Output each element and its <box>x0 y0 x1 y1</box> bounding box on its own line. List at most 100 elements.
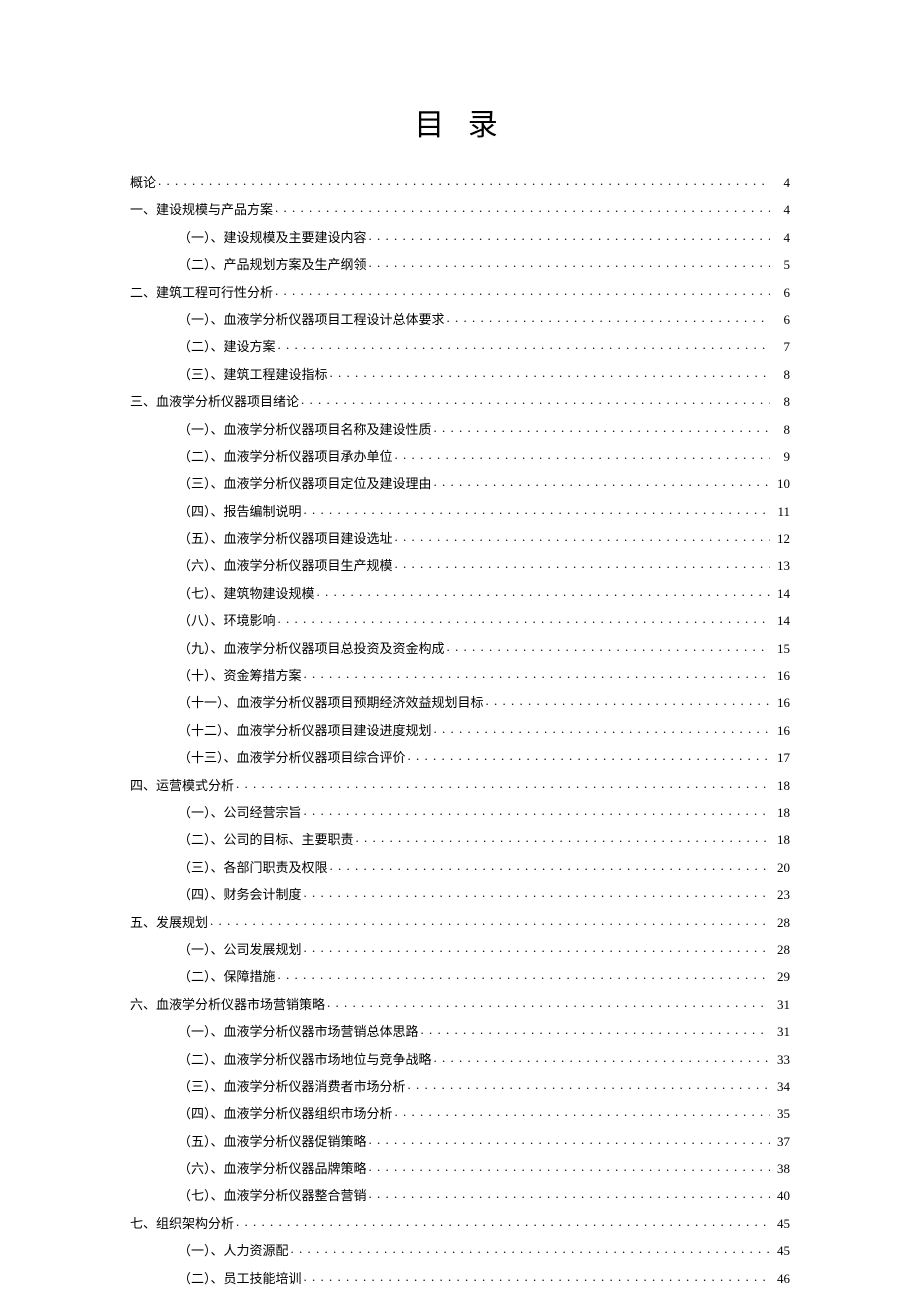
toc-entry-label: （二）、血液学分析仪器市场地位与竞争战略 <box>178 1053 432 1066</box>
toc-entry-label: （四）、财务会计制度 <box>178 888 302 901</box>
toc-entry-page: 7 <box>772 340 790 353</box>
toc-entry-label: （九）、血液学分析仪器项目总投资及资金构成 <box>178 642 445 655</box>
toc-leader-dots <box>278 612 770 625</box>
toc-entry-page: 12 <box>772 532 790 545</box>
toc-entry: 一、建设规模与产品方案4 <box>130 201 790 216</box>
toc-entry-page: 6 <box>772 286 790 299</box>
toc-leader-dots <box>236 1215 770 1228</box>
toc-entry-page: 20 <box>772 861 790 874</box>
toc-entry-label: 一、建设规模与产品方案 <box>130 203 273 216</box>
toc-entry: 六、血液学分析仪器市场营销策略31 <box>130 996 790 1011</box>
toc-entry-page: 28 <box>772 916 790 929</box>
toc-entry: （二）、员工技能培训46 <box>130 1270 790 1285</box>
toc-entry: （五）、血液学分析仪器促销策略 37 <box>130 1133 790 1148</box>
toc-entry-label: （一）、建设规模及主要建设内容 <box>178 231 367 244</box>
toc-entry: （十三）、血液学分析仪器项目综合评价 17 <box>130 749 790 764</box>
toc-entry-page: 40 <box>772 1189 790 1202</box>
toc-entry: 五、发展规划 28 <box>130 914 790 929</box>
toc-entry-label: （二）、产品规划方案及生产纲领 <box>178 258 367 271</box>
toc-entry: 四、运营模式分析18 <box>130 777 790 792</box>
toc-leader-dots <box>434 1051 770 1064</box>
toc-entry-label: （一）、人力资源配 <box>178 1244 289 1257</box>
table-of-contents: 概论4 一、建设规模与产品方案4 （一）、建设规模及主要建设内容 4 （二）、产品规划方… <box>130 174 790 1285</box>
toc-entry-label: （四）、血液学分析仪器组织市场分析 <box>178 1107 393 1120</box>
toc-entry-label: （五）、血液学分析仪器促销策略 <box>178 1135 367 1148</box>
toc-entry-label: 二、建筑工程可行性分析 <box>130 286 273 299</box>
toc-leader-dots <box>369 1160 770 1173</box>
toc-entry: （三）、各部门职责及权限 20 <box>130 859 790 874</box>
toc-entry-page: 8 <box>772 368 790 381</box>
toc-leader-dots <box>395 1105 770 1118</box>
toc-entry-page: 5 <box>772 258 790 271</box>
toc-entry-label: （六）、血液学分析仪器项目生产规模 <box>178 559 393 572</box>
toc-entry-page: 14 <box>772 587 790 600</box>
toc-leader-dots <box>395 557 770 570</box>
toc-entry: （七）、建筑物建设规模 14 <box>130 585 790 600</box>
toc-entry-page: 15 <box>772 642 790 655</box>
toc-entry-page: 46 <box>772 1272 790 1285</box>
toc-leader-dots <box>278 338 770 351</box>
toc-leader-dots <box>304 804 770 817</box>
toc-entry-label: 五、发展规划 <box>130 916 208 929</box>
toc-leader-dots <box>395 530 770 543</box>
toc-entry-page: 6 <box>772 313 790 326</box>
toc-leader-dots <box>369 1187 770 1200</box>
toc-leader-dots <box>369 1133 770 1146</box>
toc-entry-label: （十三）、血液学分析仪器项目综合评价 <box>178 751 406 764</box>
toc-leader-dots <box>369 256 770 269</box>
toc-entry-label: （七）、建筑物建设规模 <box>178 587 315 600</box>
toc-entry: （九）、血液学分析仪器项目总投资及资金构成 15 <box>130 640 790 655</box>
toc-entry: 三、血液学分析仪器项目绪论8 <box>130 393 790 408</box>
toc-entry-label: 七、组织架构分析 <box>130 1217 234 1230</box>
toc-entry: （六）、血液学分析仪器品牌策略38 <box>130 1160 790 1175</box>
toc-entry-page: 17 <box>772 751 790 764</box>
toc-entry: （十二）、血液学分析仪器项目建设进度规划16 <box>130 722 790 737</box>
toc-entry-page: 33 <box>772 1053 790 1066</box>
toc-entry-label: （三）、血液学分析仪器项目定位及建设理由 <box>178 477 432 490</box>
toc-entry-label: （七）、血液学分析仪器整合营销 <box>178 1189 367 1202</box>
toc-leader-dots <box>275 201 770 214</box>
toc-entry: （二）、建设方案7 <box>130 338 790 353</box>
toc-leader-dots <box>304 886 770 899</box>
toc-entry-label: （十一）、血液学分析仪器项目预期经济效益规划目标 <box>178 696 484 709</box>
toc-entry-page: 28 <box>772 943 790 956</box>
toc-entry-label: （一）、血液学分析仪器项目名称及建设性质 <box>178 423 432 436</box>
toc-entry-label: （三）、各部门职责及权限 <box>178 861 328 874</box>
toc-entry-label: （十）、资金筹措方案 <box>178 669 302 682</box>
toc-entry-page: 10 <box>772 477 790 490</box>
toc-entry-label: （二）、血液学分析仪器项目承办单位 <box>178 450 393 463</box>
toc-entry: （一）、血液学分析仪器项目名称及建设性质 8 <box>130 421 790 436</box>
toc-entry-page: 13 <box>772 559 790 572</box>
toc-leader-dots <box>304 1270 770 1283</box>
toc-entry-page: 18 <box>772 806 790 819</box>
toc-leader-dots <box>421 1023 770 1036</box>
toc-entry-label: 概论 <box>130 176 156 189</box>
toc-leader-dots <box>317 585 770 598</box>
toc-entry: （四）、血液学分析仪器组织市场分析35 <box>130 1105 790 1120</box>
toc-entry: 七、组织架构分析45 <box>130 1215 790 1230</box>
toc-entry: （二）、产品规划方案及生产纲领 5 <box>130 256 790 271</box>
toc-entry: （三）、血液学分析仪器项目定位及建设理由 10 <box>130 475 790 490</box>
toc-entry: （一）、公司经营宗旨18 <box>130 804 790 819</box>
toc-leader-dots <box>408 1078 770 1091</box>
toc-entry-page: 8 <box>772 423 790 436</box>
toc-leader-dots <box>369 229 770 242</box>
toc-entry-label: （四）、报告编制说明 <box>178 505 302 518</box>
toc-entry-page: 18 <box>772 779 790 792</box>
toc-entry-page: 45 <box>772 1244 790 1257</box>
toc-entry-page: 37 <box>772 1135 790 1148</box>
toc-entry-label: （八）、环境影响 <box>178 614 276 627</box>
toc-entry-label: （三）、血液学分析仪器消费者市场分析 <box>178 1080 406 1093</box>
toc-leader-dots <box>486 694 770 707</box>
toc-entry-page: 34 <box>772 1080 790 1093</box>
toc-leader-dots <box>330 859 770 872</box>
toc-leader-dots <box>395 448 770 461</box>
toc-entry-label: （一）、血液学分析仪器市场营销总体思路 <box>178 1025 419 1038</box>
toc-entry-page: 16 <box>772 669 790 682</box>
toc-leader-dots <box>434 475 770 488</box>
toc-entry-page: 4 <box>772 231 790 244</box>
toc-entry-page: 23 <box>772 888 790 901</box>
page-title: 目 录 <box>130 100 790 144</box>
toc-entry: （二）、保障措施29 <box>130 968 790 983</box>
toc-entry: 概论4 <box>130 174 790 189</box>
